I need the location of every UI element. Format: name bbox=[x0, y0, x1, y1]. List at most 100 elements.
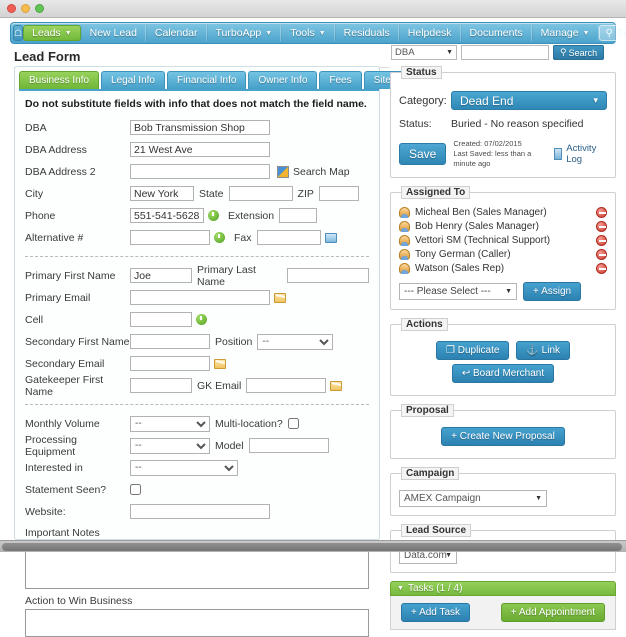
plus-icon: + bbox=[451, 431, 457, 443]
tab-fees[interactable]: Fees bbox=[319, 71, 362, 89]
alternative-input[interactable] bbox=[130, 230, 210, 245]
send-email-icon[interactable] bbox=[274, 292, 286, 303]
model-input[interactable] bbox=[248, 438, 329, 453]
state-input[interactable] bbox=[228, 186, 293, 201]
action-to-win-textarea[interactable] bbox=[25, 609, 369, 637]
nav-item-new-lead[interactable]: New Lead bbox=[80, 25, 146, 41]
nav-item-documents[interactable]: Documents bbox=[460, 25, 532, 41]
field-row-phone: Phone Extension bbox=[25, 206, 369, 225]
statement-seen-checkbox[interactable] bbox=[130, 484, 141, 495]
window-titlebar bbox=[0, 0, 626, 18]
zoom-window-button[interactable] bbox=[35, 4, 44, 13]
main-navbar: ☖ Leads ▼ New Lead Calendar TurboApp ▼ T… bbox=[10, 22, 626, 44]
status-panel-legend: Status bbox=[401, 66, 442, 79]
search-map-link[interactable]: Search Map bbox=[277, 165, 350, 178]
dba-address-input[interactable] bbox=[130, 142, 270, 157]
proposal-panel-legend: Proposal bbox=[401, 404, 454, 418]
phone-dial-icon[interactable] bbox=[208, 210, 219, 221]
send-email-icon[interactable] bbox=[330, 380, 343, 391]
global-search-box[interactable]: ⚲ Search ▼ bbox=[598, 25, 626, 41]
nav-item-helpdesk[interactable]: Helpdesk bbox=[398, 25, 461, 41]
remove-assignee-icon[interactable] bbox=[596, 248, 607, 260]
nav-item-label: Documents bbox=[469, 27, 523, 39]
secondary-first-name-input[interactable] bbox=[130, 334, 210, 349]
gk-email-input[interactable] bbox=[246, 378, 327, 393]
add-task-button[interactable]: + Add Task bbox=[401, 603, 471, 623]
position-label: Position bbox=[215, 335, 253, 348]
remove-assignee-icon[interactable] bbox=[596, 206, 607, 218]
board-merchant-button[interactable]: ↩ Board Merchant bbox=[451, 364, 555, 384]
status-panel: Status Category: Dead End ▾ Status: Buri… bbox=[390, 66, 616, 179]
nav-item-turboapp[interactable]: TurboApp ▼ bbox=[206, 25, 282, 41]
position-select[interactable]: -- bbox=[257, 333, 334, 350]
search-field-select[interactable]: DBA ▼ bbox=[391, 45, 457, 60]
minimize-window-button[interactable] bbox=[21, 4, 30, 13]
tab-business-info[interactable]: Business Info bbox=[19, 71, 100, 89]
remove-assignee-icon[interactable] bbox=[596, 262, 607, 274]
dba-input[interactable] bbox=[130, 120, 270, 135]
tasks-section-header[interactable]: ▼ Tasks (1 / 4) bbox=[390, 581, 616, 597]
fax-input[interactable] bbox=[256, 230, 321, 245]
city-input[interactable] bbox=[130, 186, 194, 201]
assign-controls: --- Please Select --- ▼ + Assign bbox=[399, 282, 607, 302]
add-appointment-button[interactable]: + Add Appointment bbox=[500, 603, 605, 623]
field-row-dba-address2: DBA Address 2 Search Map bbox=[25, 162, 369, 181]
nav-item-calendar[interactable]: Calendar bbox=[145, 25, 207, 41]
extension-input[interactable] bbox=[279, 208, 318, 223]
chevron-down-icon: ▼ bbox=[397, 585, 404, 593]
tab-financial-info[interactable]: Financial Info bbox=[166, 71, 247, 89]
primary-first-name-input[interactable] bbox=[130, 268, 192, 283]
send-email-icon[interactable] bbox=[214, 358, 226, 369]
gatekeeper-input[interactable] bbox=[130, 378, 192, 393]
remove-assignee-icon[interactable] bbox=[596, 220, 607, 232]
phone-dial-icon[interactable] bbox=[196, 314, 207, 325]
remove-assignee-icon[interactable] bbox=[596, 234, 607, 246]
close-window-button[interactable] bbox=[7, 4, 16, 13]
field-row-processing-equipment: Processing Equipment -- Model bbox=[25, 434, 369, 458]
processing-equipment-select[interactable]: -- bbox=[130, 437, 210, 454]
interested-in-select[interactable]: -- bbox=[130, 459, 238, 476]
record-search-button[interactable]: ⚲ Search bbox=[553, 45, 605, 60]
gk-email-label: GK Email bbox=[197, 379, 242, 392]
nav-item-residuals[interactable]: Residuals bbox=[334, 25, 399, 41]
create-new-proposal-button[interactable]: + Create New Proposal bbox=[441, 427, 565, 447]
fax-icon[interactable] bbox=[324, 232, 337, 243]
record-search-input[interactable] bbox=[461, 45, 549, 60]
chevron-down-icon: ▼ bbox=[505, 288, 512, 296]
secondary-email-input[interactable] bbox=[130, 356, 210, 371]
nav-item-leads[interactable]: Leads ▼ bbox=[23, 25, 81, 41]
duplicate-button-label: Duplicate bbox=[457, 345, 500, 357]
field-row-monthly-volume: Monthly Volume -- Multi-location? bbox=[25, 414, 369, 433]
primary-last-name-input[interactable] bbox=[287, 268, 369, 283]
website-input[interactable] bbox=[130, 504, 270, 519]
assign-button[interactable]: + Assign bbox=[523, 282, 582, 302]
duplicate-button[interactable]: ❐ Duplicate bbox=[435, 341, 510, 361]
phone-input[interactable] bbox=[130, 208, 204, 223]
nav-item-manage[interactable]: Manage ▼ bbox=[531, 25, 599, 41]
dba-address2-input[interactable] bbox=[130, 164, 270, 179]
home-icon[interactable]: ☖ bbox=[13, 25, 24, 41]
actions-row-2: ↩ Board Merchant bbox=[399, 364, 607, 384]
secondary-first-name-label: Secondary First Name bbox=[25, 335, 130, 348]
cell-input[interactable] bbox=[130, 312, 192, 327]
user-icon bbox=[399, 220, 410, 232]
tab-owner-info[interactable]: Owner Info bbox=[248, 71, 318, 89]
scrollbar-thumb[interactable] bbox=[2, 543, 622, 551]
assignee-select[interactable]: --- Please Select --- ▼ bbox=[399, 283, 517, 301]
link-button-label: Link bbox=[541, 345, 561, 357]
horizontal-scrollbar[interactable] bbox=[0, 540, 626, 552]
monthly-volume-select[interactable]: -- bbox=[130, 415, 210, 432]
assignee-select-value: --- Please Select --- bbox=[404, 286, 491, 298]
primary-email-input[interactable] bbox=[130, 290, 270, 305]
zip-input[interactable] bbox=[318, 186, 359, 201]
phone-dial-icon[interactable] bbox=[214, 232, 225, 243]
campaign-select[interactable]: AMEX Campaign ▼ bbox=[399, 490, 547, 508]
category-select[interactable]: Dead End ▾ bbox=[451, 91, 607, 110]
save-button[interactable]: Save bbox=[399, 143, 447, 166]
nav-item-tools[interactable]: Tools ▼ bbox=[281, 25, 335, 41]
link-button[interactable]: ⚓ Link bbox=[516, 341, 571, 361]
tab-legal-info[interactable]: Legal Info bbox=[101, 71, 165, 89]
record-search-bar: DBA ▼ ⚲ Search bbox=[391, 45, 605, 60]
activity-log-link[interactable]: Activity Log bbox=[553, 143, 607, 165]
multi-location-checkbox[interactable] bbox=[287, 418, 299, 429]
